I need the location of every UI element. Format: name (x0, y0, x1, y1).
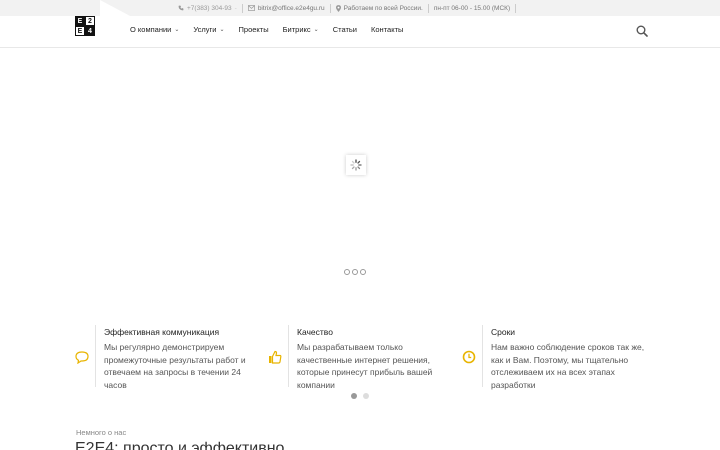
spinner-icon (350, 159, 362, 171)
region-info: Работаем по всей России. (335, 4, 423, 12)
contact-info: +7(383) 304-93 - bitrix@office.e2e4gu.ru… (178, 2, 521, 14)
thumbs-up-icon (269, 350, 282, 364)
chevron-down-icon: ⌄ (219, 27, 225, 33)
logo-letter: E (75, 16, 85, 26)
feature-title: Сроки (491, 327, 516, 337)
logo-letter: 2 (85, 16, 95, 26)
nav-item-articles[interactable]: Статьи (333, 25, 357, 34)
divider (95, 325, 96, 387)
nav-item-about[interactable]: О компании ⌄ (130, 25, 179, 34)
feature-text: Мы регулярно демонстрируем промежуточные… (104, 342, 246, 390)
envelope-icon (247, 5, 255, 11)
hours-info: пн-пт 06-00 - 15.00 (МСК) (434, 5, 510, 12)
site-logo[interactable]: E 2 E 4 (75, 16, 95, 36)
nav-item-services[interactable]: Услуги ⌄ (193, 25, 224, 34)
nav-label: Статьи (332, 25, 357, 34)
phone-info[interactable]: +7(383) 304-93 - (178, 5, 237, 12)
speech-bubble-icon (75, 351, 89, 364)
separator (329, 3, 331, 13)
loading-spinner (346, 155, 366, 175)
feature-deadlines: Сроки Нам важно соблюдение сроков так же… (462, 325, 652, 390)
feature-communication: Эффективная коммуникация Мы регулярно де… (75, 325, 265, 390)
about-title: E2E4: просто и эффективно (75, 440, 285, 450)
nav-item-bitrix[interactable]: Битрикс ⌄ (283, 25, 319, 34)
feature-quality: Качество Мы разрабатываем только качеств… (268, 325, 458, 390)
nav-item-contacts[interactable]: Контакты (371, 25, 403, 34)
features-pagination (351, 393, 369, 399)
features-carousel: Эффективная коммуникация Мы регулярно де… (70, 320, 660, 390)
phone-number[interactable]: +7(383) 304-93 (187, 5, 232, 12)
nav-label: Проекты (238, 25, 269, 34)
slider-dot[interactable] (352, 269, 358, 275)
map-pin-icon (335, 4, 341, 12)
nav-item-projects[interactable]: Проекты (239, 25, 269, 34)
separator (427, 3, 429, 13)
nav-label: О компании (130, 25, 172, 34)
logo-letter: E (75, 26, 85, 36)
nav-label: Битрикс (282, 25, 311, 34)
region-text: Работаем по всей России. (343, 4, 423, 12)
about-subtitle: Немного о нас (76, 428, 127, 437)
phone-icon (178, 5, 184, 11)
divider (288, 325, 289, 387)
search-button[interactable] (636, 24, 648, 37)
email-info[interactable]: bitrix@office.e2e4gu.ru (247, 5, 325, 12)
main-nav: О компании ⌄ Услуги ⌄ Проекты Битрикс ⌄ … (130, 25, 403, 34)
chevron-down-icon: ⌄ (174, 27, 180, 33)
phone-number-faded: - (234, 4, 237, 12)
top-info-bar: +7(383) 304-93 - bitrix@office.e2e4gu.ru… (0, 0, 720, 16)
chevron-down-icon: ⌄ (313, 27, 319, 33)
pagination-dot-active[interactable] (351, 393, 357, 399)
slider-dot[interactable] (360, 269, 366, 275)
hero-slider (0, 49, 720, 285)
nav-label: Контакты (371, 25, 404, 34)
feature-text: Мы разрабатываем только качественные инт… (297, 342, 433, 390)
pagination-dot[interactable] (363, 393, 369, 399)
slider-dot[interactable] (344, 269, 350, 275)
feature-title: Эффективная коммуникация (104, 327, 220, 337)
search-icon (636, 25, 648, 37)
divider (482, 325, 483, 387)
email-address[interactable]: bitrix@office.e2e4gu.ru (258, 5, 325, 12)
working-hours: пн-пт 06-00 - 15.00 (МСК) (433, 4, 511, 12)
logo-letter: 4 (85, 26, 95, 36)
topbar-notch (100, 0, 130, 16)
feature-text: Нам важно соблюдение сроков так же, как … (491, 342, 645, 390)
nav-label: Услуги (193, 25, 217, 34)
main-header: E 2 E 4 О компании ⌄ Услуги ⌄ Проекты Би… (0, 16, 720, 48)
feature-title: Качество (297, 327, 333, 337)
slider-dots (344, 269, 366, 275)
clock-icon (462, 350, 476, 364)
separator (515, 3, 517, 13)
separator (241, 3, 243, 13)
